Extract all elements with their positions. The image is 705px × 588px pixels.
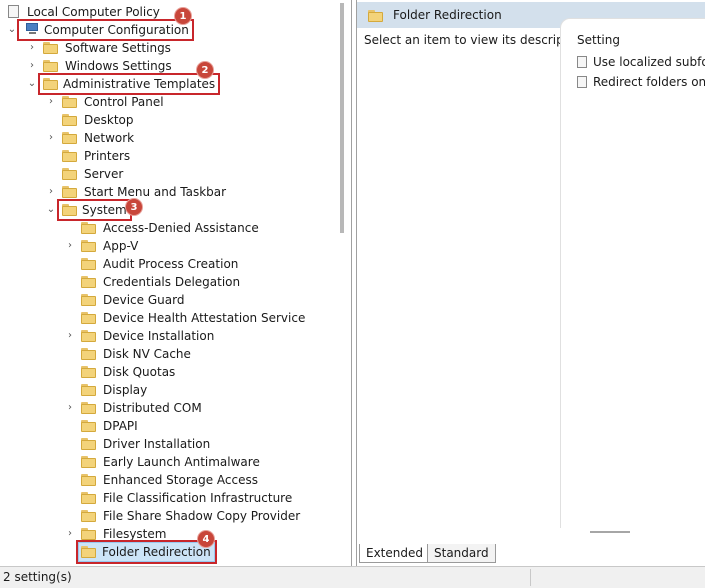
folder-icon xyxy=(81,401,97,415)
tree-item-label: Desktop xyxy=(84,113,134,127)
chevron-down-icon[interactable]: ⌄ xyxy=(26,75,38,93)
chevron-down-icon[interactable]: ⌄ xyxy=(6,21,18,39)
tree-pane[interactable]: Local Computer Policy ⌄ Computer Configu… xyxy=(0,0,352,566)
folder-icon xyxy=(81,473,97,487)
folder-icon xyxy=(81,239,97,253)
chevron-right-icon[interactable]: › xyxy=(45,129,57,147)
chevron-right-icon[interactable]: › xyxy=(64,399,76,417)
tree-item-label: Device Health Attestation Service xyxy=(103,311,306,325)
tree-item-label: Distributed COM xyxy=(103,401,202,415)
folder-icon xyxy=(62,131,78,145)
folder-icon xyxy=(62,167,78,181)
folder-icon xyxy=(368,10,383,22)
folder-icon xyxy=(62,95,78,109)
folder-icon xyxy=(43,41,59,55)
tree-item-label: Access-Denied Assistance xyxy=(103,221,259,235)
setting-column-header[interactable]: Setting xyxy=(577,33,620,47)
tree-item-label: Start Menu and Taskbar xyxy=(84,185,227,199)
tree-item-label: Display xyxy=(103,383,148,397)
folder-icon xyxy=(81,347,97,361)
tree-item-label: Disk NV Cache xyxy=(103,347,191,361)
tree-item-label: Device Guard xyxy=(103,293,185,307)
policy-setting-icon xyxy=(577,56,587,68)
folder-icon xyxy=(81,365,97,379)
description-text: Select an item to view its description. xyxy=(364,33,591,47)
setting-label: Redirect folders on pr xyxy=(593,75,705,89)
policy-document-icon xyxy=(6,5,22,19)
tree-item-label: Software Settings xyxy=(65,41,171,55)
tree-item-label: Device Installation xyxy=(103,329,215,343)
settings-list[interactable]: Setting Use localized subfold Redirect f… xyxy=(560,18,705,528)
step-badge: 2 xyxy=(196,61,214,79)
tree-item-label: DPAPI xyxy=(103,419,138,433)
tree-item-label: Control Panel xyxy=(84,95,164,109)
folder-icon xyxy=(81,545,97,559)
status-text: 2 setting(s) xyxy=(3,570,72,584)
tree-item-label: Computer Configuration xyxy=(17,19,194,41)
tree-item-label: Server xyxy=(84,167,124,181)
chevron-right-icon[interactable]: › xyxy=(26,39,38,57)
tree-item-label: App-V xyxy=(103,239,139,253)
tree-item-label: Printers xyxy=(84,149,131,163)
tree-item-label: Folder Redirection xyxy=(76,540,217,564)
status-divider xyxy=(530,569,531,586)
tree-item-label: Network xyxy=(84,131,135,145)
chevron-right-icon[interactable]: › xyxy=(64,237,76,255)
tree-item-label: Audit Process Creation xyxy=(103,257,239,271)
tree-item-label: Driver Installation xyxy=(103,437,211,451)
folder-icon xyxy=(81,257,97,271)
tree-scrollbar[interactable] xyxy=(340,3,344,233)
status-bar: 2 setting(s) xyxy=(0,566,705,588)
folder-icon xyxy=(62,185,78,199)
step-badge: 4 xyxy=(197,530,215,548)
folder-icon xyxy=(81,293,97,307)
folder-icon xyxy=(81,437,97,451)
folder-icon xyxy=(62,149,78,163)
step-badge: 1 xyxy=(174,7,192,25)
folder-icon xyxy=(81,383,97,397)
tab-extended[interactable]: Extended xyxy=(359,544,430,563)
tree-item-label: Local Computer Policy xyxy=(27,5,160,19)
chevron-right-icon[interactable]: › xyxy=(64,525,76,543)
setting-label: Use localized subfold xyxy=(593,55,705,69)
tree-item-label: Early Launch Antimalware xyxy=(103,455,260,469)
folder-icon xyxy=(81,275,97,289)
details-pane: Folder Redirection Select an item to vie… xyxy=(356,0,705,566)
tree-item-label: Enhanced Storage Access xyxy=(103,473,259,487)
tree-item-label: File Share Shadow Copy Provider xyxy=(103,509,301,523)
horizontal-scrollbar[interactable] xyxy=(590,531,630,533)
details-title: Folder Redirection xyxy=(393,8,502,22)
tree-item-label: Disk Quotas xyxy=(103,365,176,379)
chevron-right-icon[interactable]: › xyxy=(45,183,57,201)
view-tabs: Extended Standard xyxy=(357,544,705,564)
tree-item-label: Administrative Templates xyxy=(37,73,221,95)
chevron-down-icon[interactable]: ⌄ xyxy=(45,201,57,219)
tree-item-label: Credentials Delegation xyxy=(103,275,241,289)
tree-item-label: System xyxy=(57,199,132,221)
folder-icon xyxy=(43,59,59,73)
folder-icon xyxy=(81,329,97,343)
folder-icon xyxy=(81,419,97,433)
policy-setting-icon xyxy=(577,76,587,88)
folder-icon xyxy=(81,527,97,541)
folder-icon xyxy=(81,455,97,469)
folder-icon xyxy=(81,221,97,235)
folder-icon xyxy=(81,509,97,523)
chevron-right-icon[interactable]: › xyxy=(45,93,57,111)
tab-standard[interactable]: Standard xyxy=(427,544,496,563)
folder-icon xyxy=(62,113,78,127)
chevron-right-icon[interactable]: › xyxy=(64,327,76,345)
tree-item-label: Windows Settings xyxy=(65,59,172,73)
tree-item-label: Filesystem xyxy=(103,527,167,541)
tree-item-label: File Classification Infrastructure xyxy=(103,491,293,505)
folder-icon xyxy=(81,491,97,505)
step-badge: 3 xyxy=(125,198,143,216)
folder-icon xyxy=(81,311,97,325)
chevron-right-icon[interactable]: › xyxy=(26,57,38,75)
